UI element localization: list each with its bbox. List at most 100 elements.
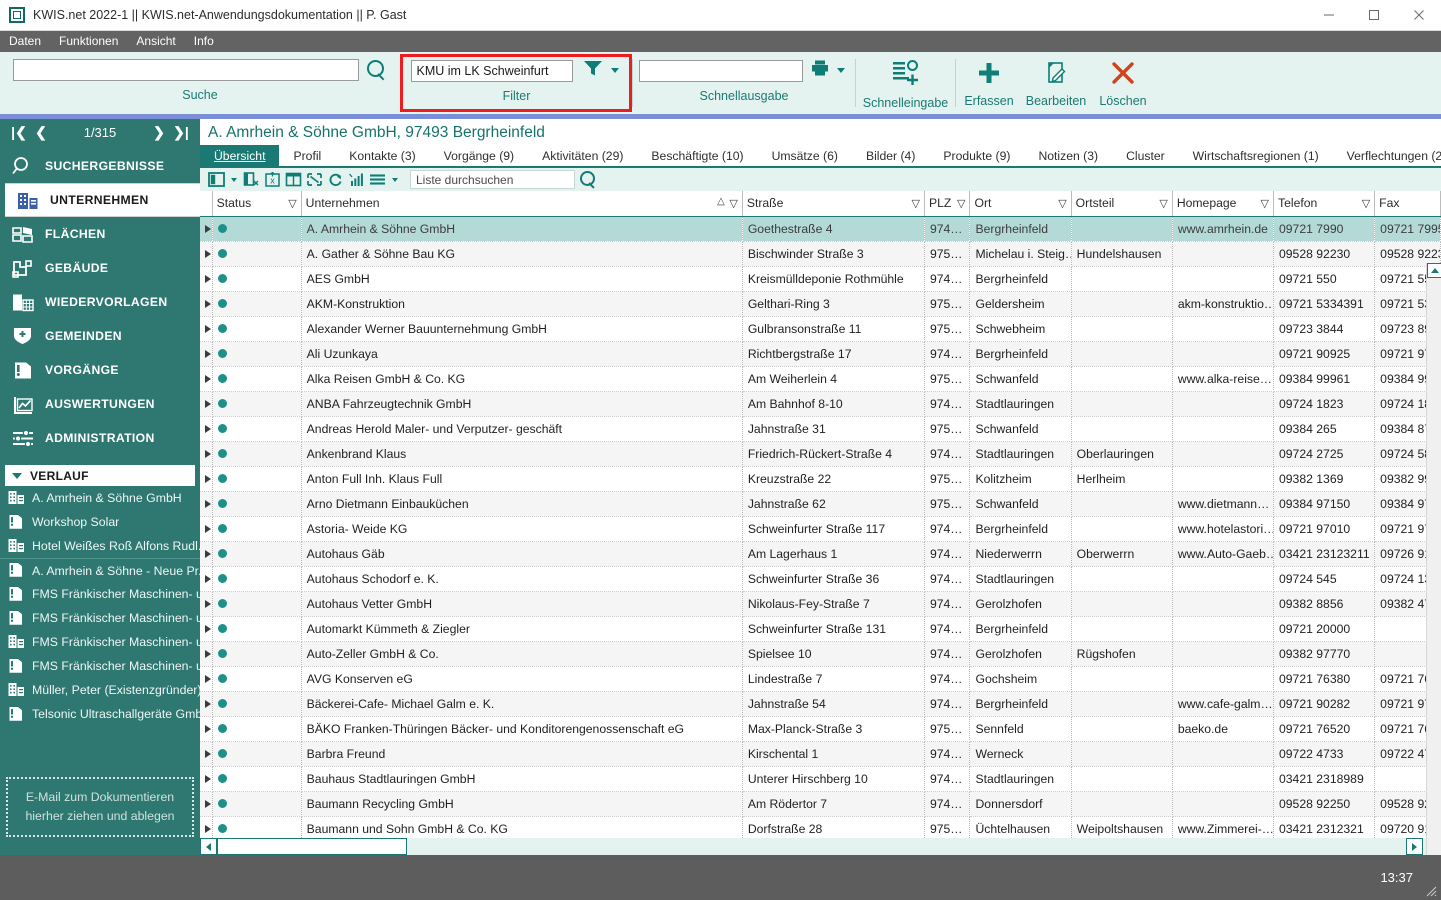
minimize-icon[interactable]: [1306, 0, 1351, 31]
filter-icon[interactable]: ▽: [729, 197, 737, 210]
menu-item-info[interactable]: Info: [185, 31, 223, 52]
edit-button[interactable]: Bearbeiten: [1022, 52, 1090, 114]
column-header-strasse[interactable]: Straße ▽: [742, 191, 925, 217]
history-item[interactable]: A. Amrhein & Söhne GmbH: [0, 486, 200, 510]
columns-icon[interactable]: [206, 169, 227, 190]
history-item[interactable]: FMS Fränkischer Maschinen- u...: [0, 630, 200, 654]
table-row[interactable]: AES GmbH Kreismülldeponie Rothmühle 974… Be…: [200, 266, 1441, 292]
tab-cluster[interactable]: Cluster: [1112, 145, 1179, 166]
row-expander[interactable]: [200, 616, 213, 642]
email-dropzone[interactable]: E-Mail zum Dokumentieren hierher ziehen …: [6, 777, 194, 837]
search-input[interactable]: [13, 59, 359, 81]
menu-icon[interactable]: [367, 169, 388, 190]
table-row[interactable]: BÄKO Franken-Thüringen Bäcker- und Kondi…: [200, 716, 1441, 742]
columns-dropdown-arrow-icon[interactable]: [231, 177, 237, 182]
filter-icon[interactable]: ▽: [1261, 197, 1269, 210]
filter-icon[interactable]: ▽: [1362, 197, 1370, 210]
history-item[interactable]: FMS Fränkischer Maschinen- u...: [0, 606, 200, 630]
row-expander[interactable]: [200, 216, 213, 242]
history-item[interactable]: Telsonic Ultraschallgeräte Gmb...: [0, 702, 200, 726]
table-row[interactable]: ANBA Fahrzeugtechnik GmbH Am Bahnhof 8-10…: [200, 391, 1441, 417]
column-header-homepage[interactable]: Homepage ▽: [1172, 191, 1275, 217]
table-row[interactable]: Automarkt Kümmeth & Ziegler Schweinfurter…: [200, 616, 1441, 642]
history-item[interactable]: FMS Fränkischer Maschinen- u...: [0, 582, 200, 606]
tab-aktivitaeten[interactable]: Aktivitäten (29): [528, 145, 637, 166]
row-expander[interactable]: [200, 591, 213, 617]
create-button[interactable]: Erfassen: [956, 52, 1022, 114]
history-item[interactable]: A. Amrhein & Söhne - Neue Pr...: [0, 558, 200, 582]
prev-page-button[interactable]: ❮: [30, 124, 52, 141]
tab-umsaetze[interactable]: Umsätze (6): [758, 145, 852, 166]
history-item[interactable]: Workshop Solar: [0, 510, 200, 534]
row-expander[interactable]: [200, 416, 213, 442]
row-expander[interactable]: [200, 666, 213, 692]
history-item[interactable]: FMS Fränkischer Maschinen- u...: [0, 654, 200, 678]
horizontal-scrollbar[interactable]: [200, 838, 1426, 855]
statistics-icon[interactable]: [346, 169, 367, 190]
table-row[interactable]: Autohaus Vetter GmbH Nikolaus-Fey-Straße …: [200, 591, 1441, 617]
sidebar-item-gebaeude[interactable]: GEBÄUDE: [0, 251, 200, 285]
table-row[interactable]: Bäckerei-Cafe- Michael Galm e. K. Jahnstr…: [200, 691, 1441, 717]
list-search-icon[interactable]: [578, 170, 597, 189]
fit-columns-icon[interactable]: [304, 169, 325, 190]
tab-vorgaenge[interactable]: Vorgänge (9): [430, 145, 528, 166]
first-page-button[interactable]: |❮: [8, 124, 30, 141]
vertical-scrollbar[interactable]: [1426, 263, 1441, 855]
row-expander[interactable]: [200, 441, 213, 467]
row-expander[interactable]: [200, 566, 213, 592]
sidebar-item-auswertungen[interactable]: AUSWERTUNGEN: [0, 387, 200, 421]
menu-item-ansicht[interactable]: Ansicht: [127, 31, 184, 52]
tab-wirtschaftsregionen[interactable]: Wirtschaftsregionen (1): [1179, 145, 1333, 166]
list-search-input[interactable]: Liste durchsuchen: [410, 170, 575, 189]
tab-produkte[interactable]: Produkte (9): [929, 145, 1024, 166]
refresh-icon[interactable]: [325, 169, 346, 190]
scroll-right-button[interactable]: [1406, 838, 1423, 855]
filter-icon[interactable]: ▽: [911, 197, 919, 210]
export-excel-icon[interactable]: x: [262, 169, 283, 190]
table-row[interactable]: A. Gather & Söhne Bau KG Bischwinder Stra…: [200, 241, 1441, 267]
table-row[interactable]: Auto-Zeller GmbH & Co. Spielsee 10 974… Ger…: [200, 641, 1441, 667]
tab-beschaeftigte[interactable]: Beschäftigte (10): [637, 145, 757, 166]
column-header-ortsteil[interactable]: Ortsteil ▽: [1071, 191, 1173, 217]
row-expander[interactable]: [200, 266, 213, 292]
table-row[interactable]: Ali Uzunkaya Richtbergstraße 17 974… Bergrh…: [200, 341, 1441, 367]
row-expander[interactable]: [200, 516, 213, 542]
sidebar-item-suchergebnisse[interactable]: SUCHERGEBNISSE: [0, 149, 200, 183]
table-row[interactable]: Bauhaus Stadtlauringen GmbH Unterer Hirsc…: [200, 766, 1441, 792]
table-row[interactable]: Andreas Herold Maler- und Verputzer- ges…: [200, 416, 1441, 442]
row-expander[interactable]: [200, 791, 213, 817]
last-page-button[interactable]: ❯|: [170, 124, 192, 141]
remove-column-icon[interactable]: [241, 169, 262, 190]
tab-verflechtungen[interactable]: Verflechtungen (2): [1333, 145, 1441, 166]
table-row[interactable]: Autohaus Gäb Am Lagerhaus 1 974… Niederwerr…: [200, 541, 1441, 567]
sidebar-item-flaechen[interactable]: FLÄCHEN: [0, 217, 200, 251]
table-row[interactable]: AVG Konserven eG Lindestraße 7 974… Gochshe…: [200, 666, 1441, 692]
row-expander[interactable]: [200, 366, 213, 392]
table-row[interactable]: AKM-Konstruktion Gelthari-Ring 3 975… Gelde…: [200, 291, 1441, 317]
next-page-button[interactable]: ❯: [148, 124, 170, 141]
sidebar-item-gemeinden[interactable]: GEMEINDEN: [0, 319, 200, 353]
table-row[interactable]: Arno Dietmann Einbauküchen Jahnstraße 62 9…: [200, 491, 1441, 517]
row-expander[interactable]: [200, 691, 213, 717]
filter-icon[interactable]: ▽: [1159, 197, 1167, 210]
history-item[interactable]: Müller, Peter (Existenzgründer): [0, 678, 200, 702]
scroll-left-button[interactable]: [200, 838, 217, 855]
ribbon-group-schnelleingabe[interactable]: Schnelleingabe: [856, 52, 955, 114]
scroll-up-button[interactable]: [1427, 263, 1441, 278]
history-item[interactable]: Hotel Weißes Roß Alfons Rudl...: [0, 534, 200, 558]
history-header[interactable]: VERLAUF: [5, 465, 195, 486]
row-expander[interactable]: [200, 541, 213, 567]
row-expander[interactable]: [200, 241, 213, 267]
column-header-ort[interactable]: Ort ▽: [969, 191, 1072, 217]
sidebar-item-administration[interactable]: ADMINISTRATION: [0, 421, 200, 455]
column-header-unternehmen[interactable]: Unternehmen △ ▽: [301, 191, 743, 217]
row-expander[interactable]: [200, 491, 213, 517]
row-expander[interactable]: [200, 716, 213, 742]
column-header-fax[interactable]: Fax: [1374, 191, 1441, 217]
tab-notizen[interactable]: Notizen (3): [1024, 145, 1112, 166]
filter-icon[interactable]: ▽: [1058, 197, 1066, 210]
table-row[interactable]: Alexander Werner Bauunternehmung GmbH Gul…: [200, 316, 1441, 342]
row-expander[interactable]: [200, 341, 213, 367]
hscroll-thumb[interactable]: [217, 838, 407, 855]
menu-item-daten[interactable]: Daten: [0, 31, 50, 52]
